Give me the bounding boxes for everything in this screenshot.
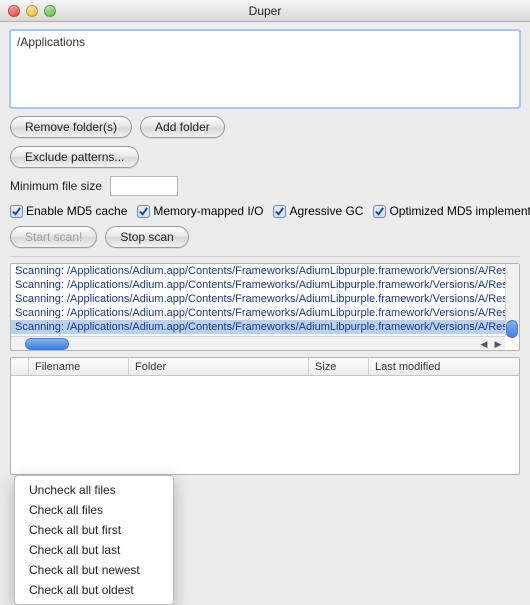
log-horizontal-scrollbar[interactable]	[11, 336, 505, 350]
menu-check-all[interactable]: Check all files	[15, 500, 173, 520]
memory-mapped-io-checkbox[interactable]: Memory-mapped I/O	[137, 204, 263, 218]
minimize-icon[interactable]	[26, 5, 38, 17]
enable-md5-cache-checkbox[interactable]: Enable MD5 cache	[10, 204, 127, 218]
table-header: Filename Folder Size Last modified	[11, 358, 519, 376]
column-filename[interactable]: Filename	[29, 358, 129, 375]
log-line-selected[interactable]: Scanning: /Applications/Adium.app/Conten…	[11, 320, 519, 334]
checkbox-label: Enable MD5 cache	[26, 204, 127, 218]
log-line: Scanning: /Applications/Adium.app/Conten…	[11, 292, 519, 306]
checkbox-label: Memory-mapped I/O	[153, 204, 263, 218]
column-folder[interactable]: Folder	[129, 358, 309, 375]
column-last-modified[interactable]: Last modified	[369, 358, 519, 375]
scrollbar-thumb[interactable]	[25, 338, 69, 350]
folder-list-item[interactable]: /Applications	[17, 35, 513, 49]
log-scroll-arrows: ◀ ▶	[477, 336, 505, 350]
window-content: /Applications Remove folder(s) Add folde…	[0, 22, 530, 485]
checkbox-label: Agressive GC	[289, 204, 363, 218]
optimized-md5-checkbox[interactable]: Optimized MD5 implementation	[373, 204, 530, 218]
folder-list[interactable]: /Applications	[10, 30, 520, 108]
checkbox-label: Optimized MD5 implementation	[389, 204, 530, 218]
scrollbar-thumb[interactable]	[506, 320, 518, 338]
titlebar: Duper	[0, 0, 530, 22]
divider	[10, 256, 520, 257]
menu-check-but-newest[interactable]: Check all but newest	[15, 560, 173, 580]
close-icon[interactable]	[8, 5, 20, 17]
checkbox-icon	[10, 205, 23, 218]
scroll-left-icon[interactable]: ◀	[477, 337, 491, 351]
menu-check-but-last[interactable]: Check all but last	[15, 540, 173, 560]
column-size[interactable]: Size	[309, 358, 369, 375]
log-line: Scanning: /Applications/Adium.app/Conten…	[11, 264, 519, 278]
log-line: Scanning: /Applications/Adium.app/Conten…	[11, 278, 519, 292]
window-controls	[8, 5, 56, 17]
min-file-size-label: Minimum file size	[10, 179, 102, 193]
add-folder-button[interactable]: Add folder	[140, 116, 225, 138]
start-scan-button: Start scan!	[10, 226, 97, 248]
exclude-patterns-button[interactable]: Exclude patterns...	[10, 146, 139, 168]
checkbox-icon	[137, 205, 150, 218]
checkbox-icon	[273, 205, 286, 218]
remove-folder-button[interactable]: Remove folder(s)	[10, 116, 132, 138]
column-check[interactable]	[11, 358, 29, 375]
min-file-size-input[interactable]	[110, 176, 178, 196]
menu-check-but-first[interactable]: Check all but first	[15, 520, 173, 540]
results-table[interactable]: Filename Folder Size Last modified	[10, 357, 520, 475]
log-vertical-scrollbar[interactable]	[505, 264, 519, 336]
checkbox-icon	[373, 205, 386, 218]
zoom-icon[interactable]	[44, 5, 56, 17]
scroll-right-icon[interactable]: ▶	[491, 337, 505, 351]
aggressive-gc-checkbox[interactable]: Agressive GC	[273, 204, 363, 218]
scan-log[interactable]: Scanning: /Applications/Adium.app/Conten…	[10, 263, 520, 351]
context-menu[interactable]: Uncheck all files Check all files Check …	[14, 475, 174, 605]
stop-scan-button[interactable]: Stop scan	[105, 226, 188, 248]
menu-uncheck-all[interactable]: Uncheck all files	[15, 480, 173, 500]
menu-check-but-oldest[interactable]: Check all but oldest	[15, 580, 173, 600]
window-title: Duper	[0, 4, 530, 18]
log-line: Scanning: /Applications/Adium.app/Conten…	[11, 306, 519, 320]
